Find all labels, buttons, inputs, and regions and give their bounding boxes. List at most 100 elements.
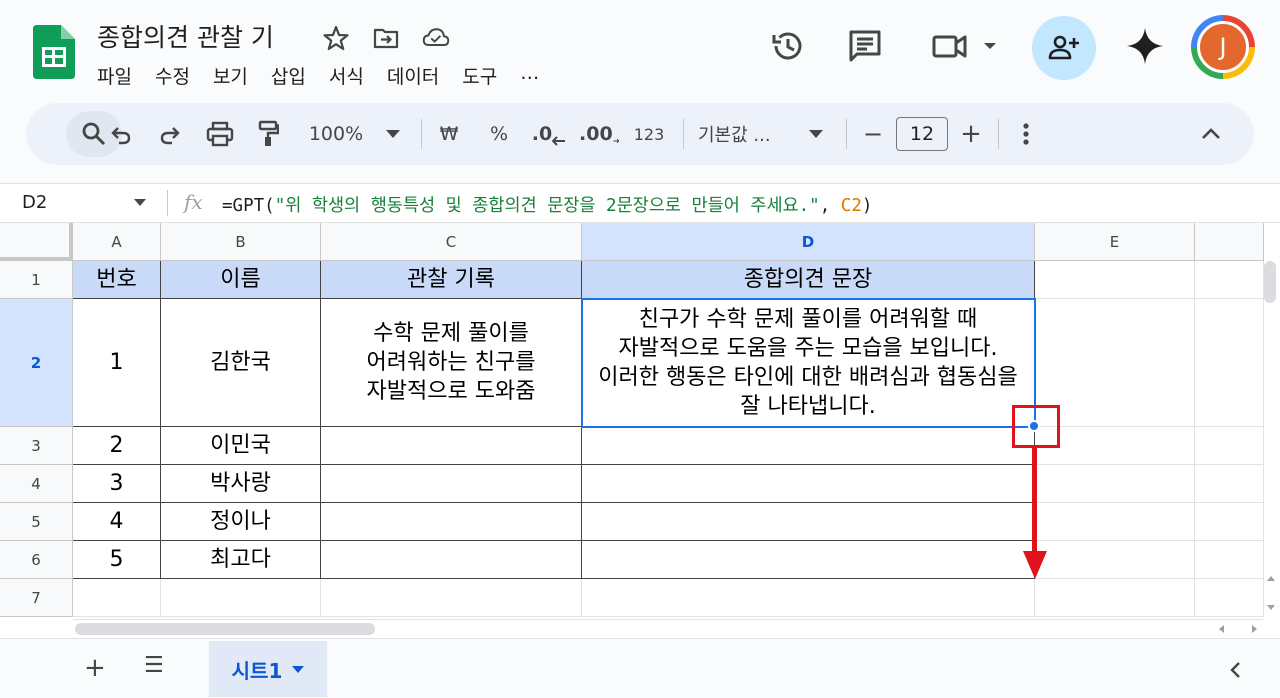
name-box-dropdown-icon[interactable] — [134, 199, 146, 206]
cell-f7[interactable] — [1195, 579, 1264, 617]
cell-d5[interactable] — [582, 503, 1035, 541]
cloud-saved-icon[interactable] — [422, 24, 450, 52]
cell-b3[interactable]: 이민국 — [161, 427, 321, 465]
cell-d6[interactable] — [582, 541, 1035, 579]
currency-format-button[interactable]: ₩ — [434, 103, 464, 165]
increase-decimal-button[interactable]: .00 — [579, 103, 619, 165]
font-family-select[interactable]: 기본값 ... — [698, 103, 790, 165]
cell-e6[interactable] — [1035, 541, 1195, 579]
column-header-a[interactable]: A — [73, 223, 161, 261]
cell-e7[interactable] — [1035, 579, 1195, 617]
cell-c4[interactable] — [321, 465, 582, 503]
menu-more[interactable]: … — [520, 62, 539, 89]
cell-d7[interactable] — [582, 579, 1035, 617]
increase-font-size-button[interactable]: + — [956, 103, 986, 165]
redo-icon[interactable] — [155, 103, 185, 165]
cell-b7[interactable] — [161, 579, 321, 617]
row-header-6[interactable]: 6 — [0, 541, 73, 579]
column-header-b[interactable]: B — [161, 223, 321, 261]
menu-insert[interactable]: 삽입 — [271, 62, 306, 89]
zoom-dropdown-icon[interactable] — [381, 103, 405, 165]
decrease-font-size-button[interactable]: − — [858, 103, 888, 165]
cell-d3[interactable] — [582, 427, 1035, 465]
cell-b5[interactable]: 정이나 — [161, 503, 321, 541]
more-vert-icon[interactable] — [1014, 103, 1038, 165]
undo-icon[interactable] — [106, 103, 136, 165]
collapse-toolbar-icon[interactable] — [1194, 103, 1228, 165]
vertical-scroll-arrows-icon[interactable] — [1266, 573, 1276, 613]
cell-f3[interactable] — [1195, 427, 1264, 465]
cell-e1[interactable] — [1035, 261, 1195, 299]
cell-a2[interactable]: 1 — [73, 299, 161, 427]
menu-data[interactable]: 데이터 — [387, 62, 439, 89]
formula-input[interactable]: =GPT("위 학생의 행동특성 및 종합의견 문장을 2문장으로 만들어 주세… — [222, 192, 872, 217]
cell-a6[interactable]: 5 — [73, 541, 161, 579]
font-dropdown-icon[interactable] — [804, 103, 828, 165]
cell-c5[interactable] — [321, 503, 582, 541]
all-sheets-button[interactable]: ☰ — [144, 653, 164, 678]
cell-c2[interactable]: 수학 문제 풀이를 어려워하는 친구를 자발적으로 도와줌 — [321, 299, 582, 427]
cell-d2[interactable]: 친구가 수학 문제 풀이를 어려워할 때 자발적으로 도움을 주는 모습을 보입… — [582, 299, 1035, 427]
star-icon[interactable] — [322, 24, 350, 52]
sheet-tab-dropdown-icon[interactable] — [292, 665, 305, 673]
print-icon[interactable] — [203, 103, 237, 165]
zoom-select[interactable]: 100% — [298, 103, 374, 165]
number-format-button[interactable]: 123 — [629, 103, 669, 165]
cell-b4[interactable]: 박사랑 — [161, 465, 321, 503]
menu-file[interactable]: 파일 — [97, 62, 132, 89]
decrease-decimal-button[interactable]: .0 — [531, 103, 567, 165]
cell-b6[interactable]: 최고다 — [161, 541, 321, 579]
vertical-scrollbar[interactable] — [1264, 261, 1276, 303]
cell-b1[interactable]: 이름 — [161, 261, 321, 299]
cell-a7[interactable] — [73, 579, 161, 617]
percent-format-button[interactable]: % — [484, 103, 514, 165]
cell-f2[interactable] — [1195, 299, 1264, 427]
column-header-e[interactable]: E — [1035, 223, 1195, 261]
document-title[interactable]: 종합의견 관찰 기 — [97, 18, 274, 54]
cell-e5[interactable] — [1035, 503, 1195, 541]
column-header-f[interactable] — [1195, 223, 1264, 261]
cell-c1[interactable]: 관찰 기록 — [321, 261, 582, 299]
menu-view[interactable]: 보기 — [213, 62, 248, 89]
cell-a4[interactable]: 3 — [73, 465, 161, 503]
sheets-logo-icon[interactable] — [33, 25, 75, 79]
row-header-7[interactable]: 7 — [0, 579, 73, 617]
cell-d4[interactable] — [582, 465, 1035, 503]
row-header-2[interactable]: 2 — [0, 299, 73, 427]
menu-edit[interactable]: 수정 — [155, 62, 190, 89]
meet-video-icon[interactable] — [928, 26, 1000, 66]
cell-e4[interactable] — [1035, 465, 1195, 503]
cell-a1[interactable]: 번호 — [73, 261, 161, 299]
add-sheet-button[interactable]: + — [84, 653, 106, 683]
menu-format[interactable]: 서식 — [329, 62, 364, 89]
avatar[interactable]: J — [1197, 21, 1249, 73]
cell-c3[interactable] — [321, 427, 582, 465]
cell-b2[interactable]: 김한국 — [161, 299, 321, 427]
cell-a5[interactable]: 4 — [73, 503, 161, 541]
cell-f4[interactable] — [1195, 465, 1264, 503]
scroll-arrows-icon[interactable] — [1216, 623, 1260, 635]
select-all-corner[interactable] — [0, 223, 73, 261]
share-add-person-button[interactable] — [1032, 16, 1096, 80]
paint-format-icon[interactable] — [253, 103, 283, 165]
cell-a3[interactable]: 2 — [73, 427, 161, 465]
sheet-tab-active[interactable]: 시트1 — [209, 641, 327, 697]
font-size-input[interactable]: 12 — [896, 117, 948, 151]
version-history-icon[interactable] — [768, 26, 808, 66]
cell-c7[interactable] — [321, 579, 582, 617]
cell-c6[interactable] — [321, 541, 582, 579]
horizontal-scrollbar[interactable] — [75, 623, 375, 635]
gemini-sparkle-icon[interactable] — [1125, 26, 1165, 66]
cell-d1[interactable]: 종합의견 문장 — [582, 261, 1035, 299]
row-header-5[interactable]: 5 — [0, 503, 73, 541]
row-header-1[interactable]: 1 — [0, 261, 73, 299]
cell-f1[interactable] — [1195, 261, 1264, 299]
chevron-left-icon[interactable] — [1228, 661, 1242, 679]
row-header-4[interactable]: 4 — [0, 465, 73, 503]
row-header-3[interactable]: 3 — [0, 427, 73, 465]
move-to-folder-icon[interactable] — [372, 24, 400, 52]
cell-f5[interactable] — [1195, 503, 1264, 541]
column-header-c[interactable]: C — [321, 223, 582, 261]
column-header-d[interactable]: D — [582, 223, 1035, 261]
menu-tools[interactable]: 도구 — [462, 62, 497, 89]
